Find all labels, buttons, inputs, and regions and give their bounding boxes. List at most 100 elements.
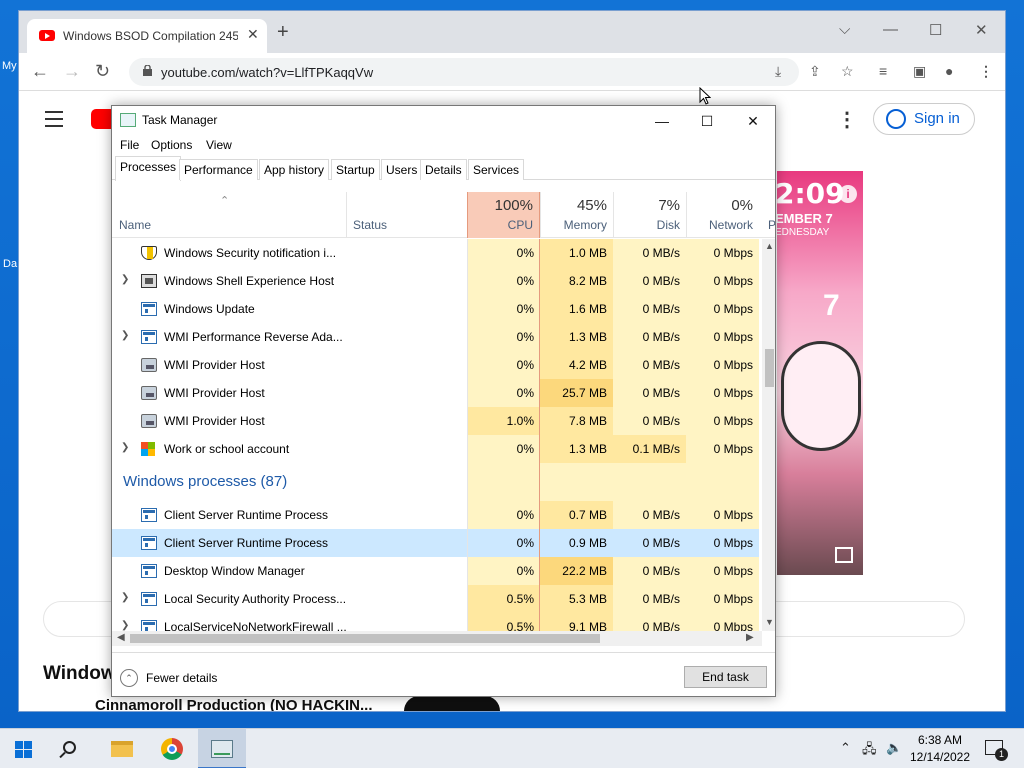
table-row[interactable]: WMI Provider Host 1.0% 7.8 MB 0 MB/s 0 Mbps bbox=[112, 407, 762, 435]
tab-services[interactable]: Services bbox=[468, 159, 525, 180]
scroll-right-icon[interactable]: ▶ bbox=[746, 632, 754, 643]
clock-date[interactable]: 12/14/2022 bbox=[908, 750, 972, 764]
close-window-button[interactable]: ✕ bbox=[975, 21, 988, 39]
hamburger-menu-icon[interactable] bbox=[45, 111, 63, 132]
close-button[interactable]: ✕ bbox=[730, 110, 775, 132]
process-name-cell[interactable]: ❯ WMI Performance Reverse Ada... bbox=[112, 323, 467, 351]
table-row[interactable]: ❯ WMI Performance Reverse Ada... 0% 1.3 MB 0… bbox=[112, 323, 762, 351]
start-button[interactable] bbox=[0, 729, 48, 768]
column-disk[interactable]: 7% Disk bbox=[613, 192, 686, 238]
scroll-down-icon[interactable]: ▼ bbox=[765, 617, 774, 627]
video-player[interactable]: 2:09 i EMBER 7 EDNESDAY 7 bbox=[777, 171, 863, 575]
tab-performance[interactable]: Performance bbox=[179, 159, 258, 180]
forward-arrow-icon[interactable]: → bbox=[63, 61, 81, 82]
clock-time[interactable]: 6:38 AM bbox=[908, 733, 972, 747]
vertical-scrollbar[interactable]: ▲ ▼ bbox=[762, 239, 775, 631]
share-icon[interactable]: ⇪ bbox=[809, 63, 821, 80]
process-name-cell[interactable]: Client Server Runtime Process bbox=[112, 529, 467, 557]
expand-chevron-icon[interactable]: ❯ bbox=[121, 330, 129, 341]
info-icon[interactable]: i bbox=[839, 185, 857, 203]
process-name-cell[interactable]: ❯ Local Security Authority Process... bbox=[112, 585, 467, 613]
process-name-cell[interactable]: Windows Security notification i... bbox=[112, 239, 467, 267]
menu-view[interactable]: View bbox=[206, 138, 232, 152]
process-name-cell[interactable]: Desktop Window Manager bbox=[112, 557, 467, 585]
scroll-left-icon[interactable]: ◀ bbox=[117, 632, 125, 643]
reading-list-icon[interactable]: ≡ bbox=[879, 63, 887, 79]
title-bar[interactable]: Task Manager — ☐ ✕ bbox=[112, 106, 775, 134]
reload-icon[interactable]: ↻ bbox=[95, 61, 110, 82]
table-row[interactable]: Client Server Runtime Process 0% 0.9 MB 0 M… bbox=[112, 529, 762, 557]
install-app-icon[interactable]: ⤓ bbox=[775, 63, 781, 80]
scroll-thumb[interactable] bbox=[765, 349, 774, 387]
expand-chevron-icon[interactable]: ❯ bbox=[121, 620, 129, 631]
fewer-details-link[interactable]: Fewer details bbox=[146, 671, 217, 685]
address-bar[interactable]: youtube.com/watch?v=LlfTPKaqqVw bbox=[129, 58, 799, 86]
back-arrow-icon[interactable]: ← bbox=[31, 61, 49, 82]
table-row[interactable]: ❯ Local Security Authority Process... 0.5%… bbox=[112, 585, 762, 613]
side-panel-icon[interactable]: ▣ bbox=[913, 63, 926, 80]
tab-search-chevron-down-icon[interactable]: ⌵ bbox=[839, 21, 850, 38]
tab-app-history[interactable]: App history bbox=[259, 159, 330, 180]
column-power-partial[interactable]: P bbox=[768, 218, 775, 232]
subscribe-button[interactable] bbox=[404, 696, 500, 711]
desktop-icon-label[interactable]: My bbox=[2, 60, 17, 72]
table-row[interactable]: Windows Security notification i... 0% 1.0 … bbox=[112, 239, 762, 267]
browser-tab[interactable]: Windows BSOD Compilation 245 ✕ bbox=[27, 19, 267, 53]
search-button[interactable] bbox=[48, 729, 96, 768]
process-name-cell[interactable]: WMI Provider Host bbox=[112, 407, 467, 435]
minimize-button[interactable]: — bbox=[883, 21, 898, 38]
process-name-cell[interactable]: ❯ Windows Shell Experience Host bbox=[112, 267, 467, 295]
more-menu-icon[interactable]: ⋮ bbox=[979, 63, 993, 80]
maximize-button[interactable]: ☐ bbox=[684, 110, 730, 132]
process-name-cell[interactable]: WMI Provider Host bbox=[112, 351, 467, 379]
chevron-up-icon[interactable]: ⌃ bbox=[120, 669, 138, 687]
task-manager-taskbar-button[interactable] bbox=[198, 729, 246, 768]
expand-chevron-icon[interactable]: ❯ bbox=[121, 274, 129, 285]
process-name-cell[interactable]: WMI Provider Host bbox=[112, 379, 467, 407]
process-name-cell[interactable]: ❯ LocalServiceNoNetworkFirewall ... bbox=[112, 613, 467, 631]
sign-in-button[interactable]: Sign in bbox=[873, 103, 975, 135]
bookmark-star-icon[interactable]: ☆ bbox=[841, 63, 854, 80]
minimize-button[interactable]: — bbox=[639, 110, 685, 132]
process-name-cell[interactable]: ❯ Work or school account bbox=[112, 435, 467, 463]
column-memory[interactable]: 45% Memory bbox=[540, 192, 613, 238]
group-header-row[interactable]: Windows processes (87) bbox=[112, 463, 762, 501]
column-status-cell[interactable]: Status bbox=[346, 192, 467, 238]
scroll-thumb-horizontal[interactable] bbox=[130, 634, 600, 643]
table-row[interactable]: Desktop Window Manager 0% 22.2 MB 0 MB/s 0 M… bbox=[112, 557, 762, 585]
table-row[interactable]: ❯ Work or school account 0% 1.3 MB 0.1 MB/s 0… bbox=[112, 435, 762, 463]
desktop-icon-label[interactable]: Da bbox=[3, 258, 17, 270]
menu-options[interactable]: Options bbox=[151, 138, 192, 152]
chrome-taskbar-button[interactable] bbox=[148, 729, 196, 768]
process-name-cell[interactable]: Client Server Runtime Process bbox=[112, 501, 467, 529]
expand-chevron-icon[interactable]: ❯ bbox=[121, 592, 129, 603]
more-options-icon[interactable]: ⋮ bbox=[837, 107, 857, 132]
tab-details[interactable]: Details bbox=[420, 159, 467, 180]
table-row[interactable]: Windows Update 0% 1.6 MB 0 MB/s 0 Mbps bbox=[112, 295, 762, 323]
table-row[interactable]: WMI Provider Host 0% 4.2 MB 0 MB/s 0 Mbps bbox=[112, 351, 762, 379]
end-task-button[interactable]: End task bbox=[684, 666, 767, 688]
scroll-up-icon[interactable]: ▲ bbox=[765, 241, 774, 251]
network-icon[interactable]: 🖧 bbox=[862, 740, 877, 762]
table-row[interactable]: ❯ LocalServiceNoNetworkFirewall ... 0.5% 9.… bbox=[112, 613, 762, 631]
column-name[interactable]: Name bbox=[119, 218, 151, 232]
menu-file[interactable]: File bbox=[120, 138, 139, 152]
chevron-up-icon[interactable]: ⌃ bbox=[840, 740, 851, 756]
tab-users[interactable]: Users bbox=[381, 159, 423, 180]
column-network[interactable]: 0% Network bbox=[686, 192, 759, 238]
file-explorer-button[interactable] bbox=[98, 729, 146, 768]
profile-avatar-icon[interactable]: ● bbox=[945, 63, 953, 79]
new-tab-button[interactable]: + bbox=[277, 22, 289, 42]
maximize-button[interactable]: ☐ bbox=[929, 21, 942, 39]
channel-name[interactable]: Cinnamoroll Production (NO HACKIN... bbox=[95, 697, 373, 711]
tab-startup[interactable]: Startup bbox=[331, 159, 380, 180]
table-row[interactable]: WMI Provider Host 0% 25.7 MB 0 MB/s 0 Mbps bbox=[112, 379, 762, 407]
tab-processes[interactable]: Processes bbox=[115, 156, 182, 181]
column-cpu[interactable]: 100% CPU bbox=[467, 192, 540, 238]
fullscreen-icon[interactable] bbox=[835, 547, 853, 563]
horizontal-scrollbar[interactable]: ◀ ▶ bbox=[112, 631, 762, 646]
expand-chevron-icon[interactable]: ❯ bbox=[121, 442, 129, 453]
table-row[interactable]: ❯ Windows Shell Experience Host 0% 8.2 MB 0 … bbox=[112, 267, 762, 295]
process-name-cell[interactable]: Windows Update bbox=[112, 295, 467, 323]
close-icon[interactable]: ✕ bbox=[247, 26, 259, 43]
